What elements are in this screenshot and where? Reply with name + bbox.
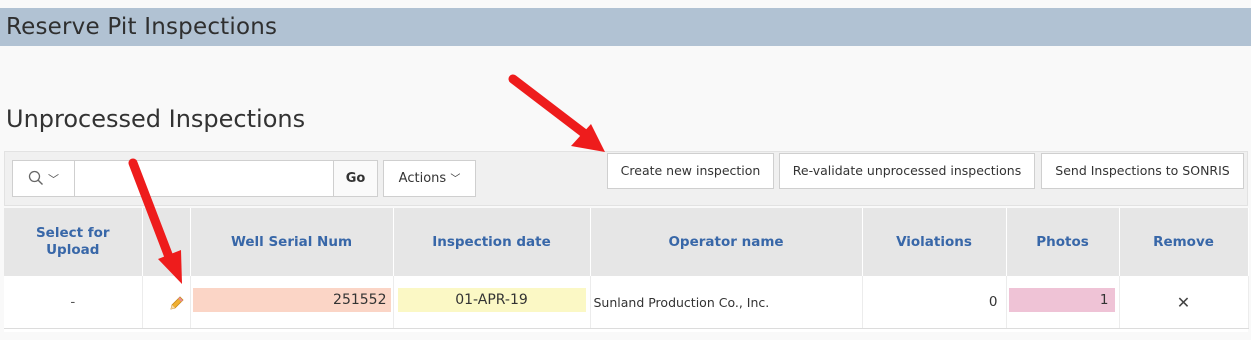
- column-header-operator[interactable]: Operator name: [590, 208, 863, 276]
- well-serial-cell: 251552: [190, 276, 394, 329]
- column-header-well-serial[interactable]: Well Serial Num: [190, 208, 394, 276]
- violations-cell: 0: [862, 276, 1007, 329]
- pencil-icon[interactable]: [168, 294, 186, 312]
- column-header-inspection-date[interactable]: Inspection date: [393, 208, 591, 276]
- region-title: Unprocessed Inspections: [6, 105, 306, 133]
- select-cell: -: [4, 276, 143, 329]
- chevron-down-icon: ﹀: [48, 173, 59, 186]
- operator-name-cell: Sunland Production Co., Inc.: [590, 276, 863, 329]
- inspection-date-value: 01-APR-19: [397, 288, 586, 312]
- photos-cell: 1: [1006, 276, 1120, 329]
- page-title-bar: Reserve Pit Inspections: [0, 8, 1251, 46]
- inspection-date-cell: 01-APR-19: [393, 276, 591, 329]
- remove-cell: ✕: [1119, 276, 1249, 329]
- red-arrow-annotation: [128, 158, 182, 284]
- create-new-inspection-button[interactable]: Create new inspection: [607, 153, 774, 189]
- column-header-remove[interactable]: Remove: [1119, 208, 1249, 276]
- search-column-selector[interactable]: ﹀: [13, 161, 75, 196]
- page-title: Reserve Pit Inspections: [6, 14, 278, 40]
- revalidate-inspections-button[interactable]: Re-validate unprocessed inspections: [779, 153, 1035, 189]
- search-bar: ﹀ Go: [12, 160, 378, 197]
- send-inspections-button[interactable]: Send Inspections to SONRIS: [1041, 153, 1244, 189]
- close-icon[interactable]: ✕: [1177, 293, 1190, 312]
- go-button[interactable]: Go: [333, 161, 377, 196]
- chevron-down-icon: ﹀: [450, 174, 461, 185]
- search-icon: [28, 170, 43, 185]
- actions-label: Actions: [398, 171, 447, 186]
- column-header-violations[interactable]: Violations: [862, 208, 1007, 276]
- photos-value: 1: [1008, 288, 1115, 312]
- column-header-select[interactable]: Select for Upload: [4, 208, 143, 276]
- well-serial-value: 251552: [192, 288, 391, 312]
- column-header-photos[interactable]: Photos: [1006, 208, 1120, 276]
- search-input[interactable]: [75, 161, 333, 196]
- red-arrow-annotation: [508, 74, 605, 152]
- actions-menu-button[interactable]: Actions ﹀: [383, 160, 476, 197]
